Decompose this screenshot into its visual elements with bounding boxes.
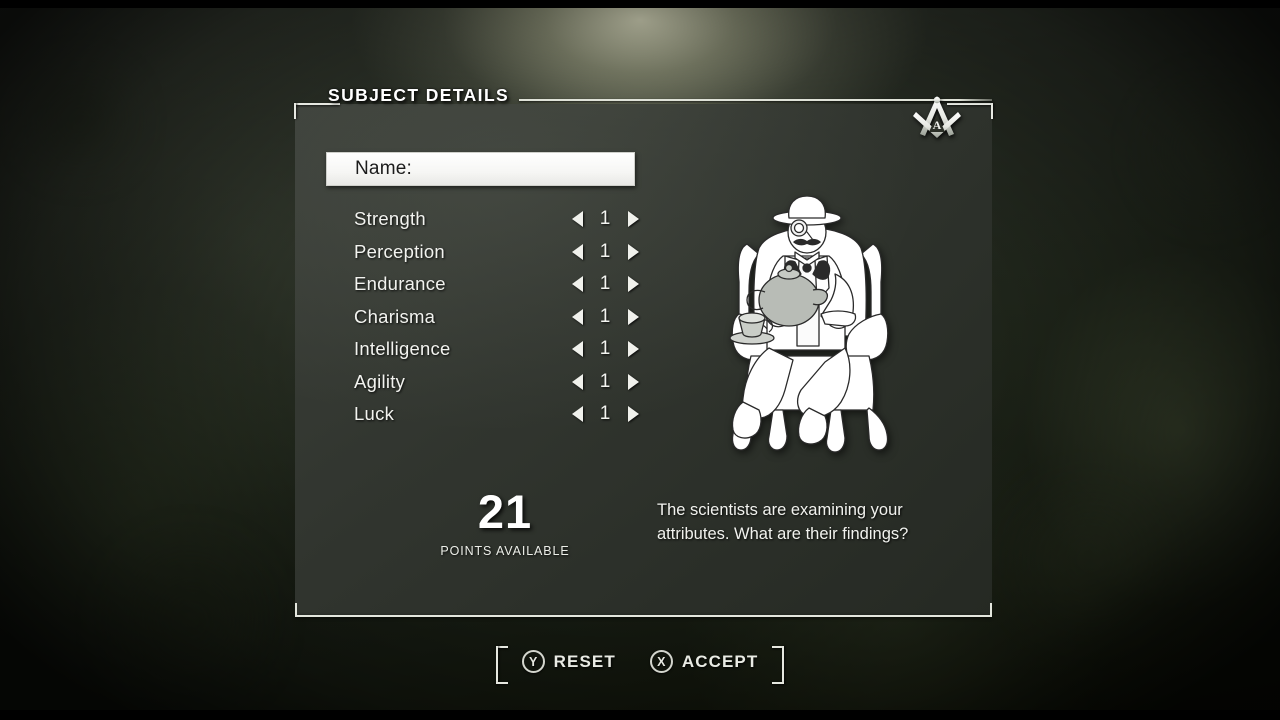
arrow-left-icon[interactable] xyxy=(566,208,588,230)
arrow-right-icon[interactable] xyxy=(622,371,644,393)
accept-button[interactable]: X ACCEPT xyxy=(649,650,759,673)
stat-row-perception[interactable]: Perception 1 xyxy=(354,236,644,269)
stat-stepper: 1 xyxy=(566,208,644,230)
stat-row-charisma[interactable]: Charisma 1 xyxy=(354,301,644,334)
stat-value: 1 xyxy=(599,370,611,392)
stat-stepper: 1 xyxy=(566,371,644,393)
masonic-square-compass-icon: A xyxy=(913,96,961,138)
game-screen: A SUBJECT DETAILS Name: Strength 1 Perce… xyxy=(0,0,1280,720)
arrow-left-icon[interactable] xyxy=(566,338,588,360)
accept-button-label: ACCEPT xyxy=(681,651,759,671)
stat-row-strength[interactable]: Strength 1 xyxy=(354,203,644,236)
arrow-right-icon[interactable] xyxy=(622,273,644,295)
points-available-label: POINTS AVAILABLE xyxy=(440,544,570,558)
stat-stepper: 1 xyxy=(566,306,644,328)
button-prompt-bar: Y RESET X ACCEPT xyxy=(0,646,1280,684)
panel-title-row: SUBJECT DETAILS xyxy=(328,82,992,108)
button-prompt-group: Y RESET X ACCEPT xyxy=(495,646,785,684)
y-button-icon: Y xyxy=(521,650,545,673)
bracket-right-decoration xyxy=(772,646,785,684)
points-available-value: 21 xyxy=(477,485,533,538)
stat-row-intelligence[interactable]: Intelligence 1 xyxy=(354,333,644,366)
stat-label: Agility xyxy=(354,370,406,392)
stat-value: 1 xyxy=(599,240,611,262)
reset-button[interactable]: Y RESET xyxy=(521,650,616,673)
arrow-left-icon[interactable] xyxy=(566,273,588,295)
bracket-left-decoration xyxy=(495,646,508,684)
stat-label: Intelligence xyxy=(354,338,451,360)
stat-label: Endurance xyxy=(354,273,446,295)
arrow-right-icon[interactable] xyxy=(622,306,644,328)
x-button-icon: X xyxy=(649,650,673,673)
arrow-right-icon[interactable] xyxy=(622,208,644,230)
arrow-right-icon[interactable] xyxy=(622,338,644,360)
stat-label: Strength xyxy=(354,208,426,230)
stat-label: Perception xyxy=(354,240,445,262)
arrow-left-icon[interactable] xyxy=(566,371,588,393)
arrow-right-icon[interactable] xyxy=(622,403,644,425)
stat-value: 1 xyxy=(599,403,611,425)
stat-stepper: 1 xyxy=(566,273,644,295)
stat-row-endurance[interactable]: Endurance 1 xyxy=(354,268,644,301)
stat-stepper: 1 xyxy=(566,241,644,263)
attributes-list: Strength 1 Perception 1 Endurance 1 Char… xyxy=(354,203,644,431)
arrow-left-icon[interactable] xyxy=(566,241,588,263)
stat-stepper: 1 xyxy=(566,403,644,425)
name-input[interactable]: Name: xyxy=(326,152,635,186)
description-text: The scientists are examining your attrib… xyxy=(657,501,909,544)
stat-stepper: 1 xyxy=(566,338,644,360)
corner-bracket-bottom-left xyxy=(295,603,297,617)
stat-label: Luck xyxy=(354,403,395,425)
arrow-left-icon[interactable] xyxy=(566,403,588,425)
stat-row-agility[interactable]: Agility 1 xyxy=(354,366,644,399)
corner-bracket-bottom-right xyxy=(990,603,992,617)
stat-value: 1 xyxy=(599,273,611,295)
stat-value: 1 xyxy=(599,338,611,360)
stat-label: Charisma xyxy=(354,305,436,327)
stat-row-luck[interactable]: Luck 1 xyxy=(354,398,644,431)
panel-bottom-border xyxy=(295,615,992,617)
points-available-block: 21 POINTS AVAILABLE xyxy=(415,488,595,558)
subject-details-panel: SUBJECT DETAILS Name: Strength 1 Percept… xyxy=(294,85,993,617)
page-title: SUBJECT DETAILS xyxy=(328,84,510,105)
name-input-label: Name: xyxy=(355,158,412,179)
letterbox-top xyxy=(0,0,1280,8)
emblem-letter: A xyxy=(933,118,942,132)
arrow-right-icon[interactable] xyxy=(622,241,644,263)
reset-button-label: RESET xyxy=(553,651,616,671)
seated-gentleman-with-teapot-illustration xyxy=(729,196,889,453)
arrow-left-icon[interactable] xyxy=(566,306,588,328)
letterbox-bottom xyxy=(0,710,1280,720)
stat-value: 1 xyxy=(599,305,611,327)
stat-value: 1 xyxy=(599,208,611,230)
